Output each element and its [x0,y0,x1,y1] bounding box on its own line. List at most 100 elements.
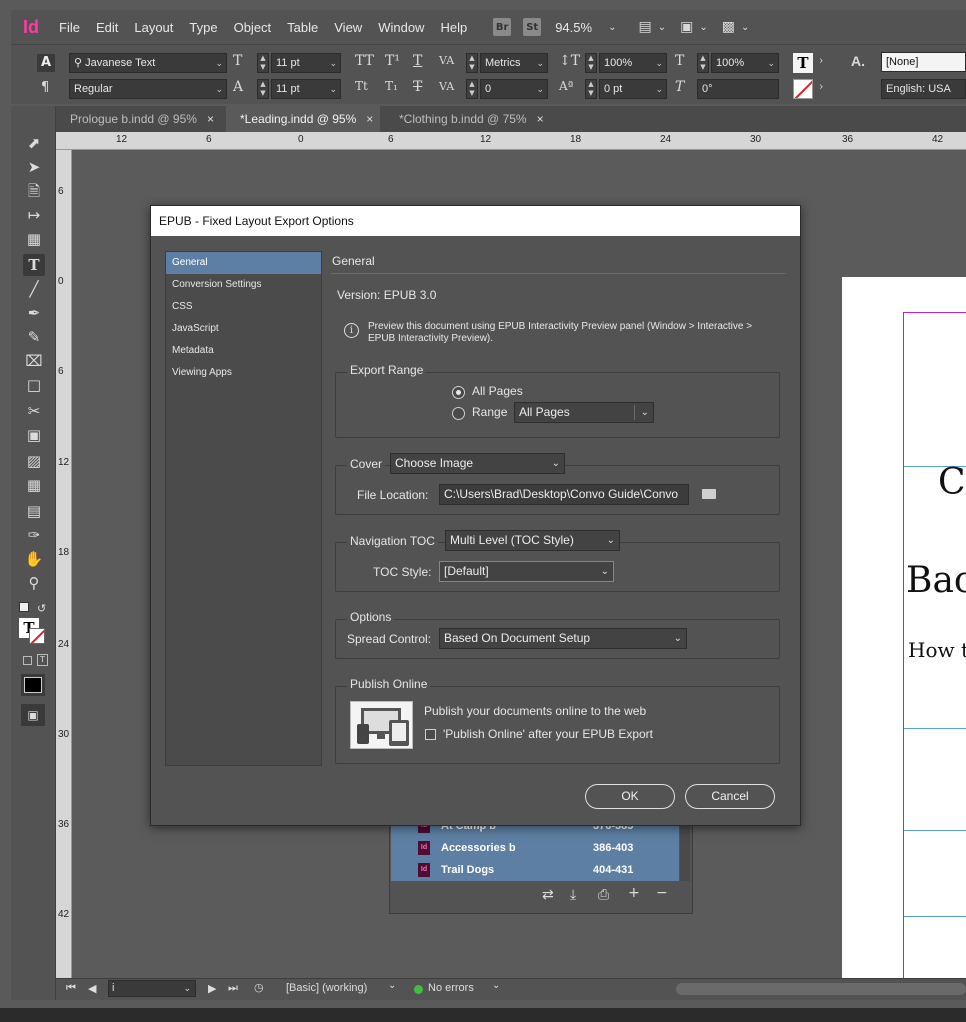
vertical-scale-stepper[interactable]: ▲ ▼ [585,53,597,73]
nav-general[interactable]: General [166,252,321,274]
publish-online-checkbox[interactable] [425,729,436,740]
selection-tool-icon[interactable]: ⬈ [23,132,45,154]
print-book-icon[interactable]: ⎙ [598,887,609,903]
screen-mode-icon[interactable]: ▣ [680,19,693,35]
menu-view[interactable]: View [326,20,370,35]
last-page-icon[interactable]: ⏭ [228,982,238,995]
language-field[interactable]: English: USA [881,79,966,99]
baseline-shift-field[interactable]: 0 pt ⌄ [599,79,667,99]
zoom-level[interactable]: 94.5% [555,20,592,35]
formatting-text-icon[interactable]: T [37,654,48,666]
close-icon[interactable]: × [537,112,544,126]
book-row[interactable]: Id Accessories b 386-403 [391,837,679,859]
type-tool-icon[interactable]: T [23,254,45,276]
save-book-icon[interactable]: ⤓ [570,887,576,903]
pen-tool-icon[interactable]: ✒ [23,302,45,324]
chevron-down-icon[interactable]: ⌄ [492,980,500,991]
kerning-field[interactable]: Metrics ⌄ [480,53,548,73]
book-row[interactable]: Id Trail Dogs 404-431 [391,859,679,881]
menu-help[interactable]: Help [432,20,475,35]
eyedropper-tool-icon[interactable]: ✑ [23,524,45,546]
bridge-icon[interactable]: Br [493,18,512,36]
close-icon[interactable]: × [207,112,214,126]
stroke-swatch-icon[interactable] [29,628,45,644]
gradient-swatch-tool-icon[interactable]: ▨ [23,450,45,472]
rectangle-tool-icon[interactable]: □ [23,374,45,396]
menu-table[interactable]: Table [279,20,326,35]
menu-type[interactable]: Type [181,20,225,35]
synchronize-icon[interactable]: ⇄ [542,887,554,903]
horizontal-scrollbar[interactable] [676,983,966,995]
spread-control-select[interactable]: Based On Document Setup ⌄ [439,628,687,649]
toc-style-select[interactable]: [Default] ⌄ [439,561,614,582]
chevron-down-icon[interactable]: ⌄ [388,980,396,991]
previous-page-icon[interactable]: ◀ [88,982,96,995]
font-family-field[interactable]: ⚲ Javanese Text ⌄ [69,53,227,73]
preflight-status[interactable]: No errors [428,982,474,994]
nav-conversion-settings[interactable]: Conversion Settings [166,274,321,296]
menu-object[interactable]: Object [226,20,280,35]
tab-leading[interactable]: *Leading.indd @ 95% × [226,106,380,132]
default-colors-icon[interactable] [19,602,29,612]
arrange-documents-icon[interactable]: ▩ [722,19,735,35]
font-style-field[interactable]: Regular ⌄ [69,79,227,99]
stock-icon[interactable]: St [523,18,542,36]
menu-file[interactable]: File [51,20,88,35]
direct-selection-tool-icon[interactable]: ➤ [23,156,45,178]
page-number-field[interactable]: i ⌄ [108,980,196,997]
menu-layout[interactable]: Layout [126,20,181,35]
view-options-icon[interactable]: ▤ [638,19,651,35]
underline-icon[interactable]: T [413,53,422,69]
working-style[interactable]: [Basic] (working) [286,982,367,994]
range-radio[interactable] [452,407,465,420]
text-stroke-none-icon[interactable] [793,79,813,99]
free-transform-tool-icon[interactable]: ▣ [23,424,45,446]
gradient-feather-tool-icon[interactable]: ▦ [23,474,45,496]
baseline-stepper[interactable]: ▲ ▼ [585,79,597,99]
book-panel-scrollbar[interactable] [680,821,690,881]
scissors-tool-icon[interactable]: ✂ [23,400,45,422]
superscript-icon[interactable]: T¹ [385,53,400,69]
font-size-stepper[interactable]: ▲ ▼ [257,53,269,73]
cover-select[interactable]: Choose Image ⌄ [390,453,565,474]
subscript-icon[interactable]: T₁ [385,79,398,93]
zoom-dropdown-icon[interactable]: ⌄ [608,22,616,33]
text-fill-icon[interactable]: T [793,53,813,73]
chevron-right-icon[interactable]: › [819,80,823,93]
range-select[interactable]: All Pages ⌄ [514,402,654,423]
preflight-icon[interactable]: ◷ [254,981,264,994]
tab-prologue[interactable]: Prologue b.indd @ 95% × [56,106,222,132]
remove-document-icon[interactable]: − [656,885,668,901]
horizontal-scale-stepper[interactable]: ▲ ▼ [697,53,709,73]
horizontal-scale-field[interactable]: 100% ⌄ [711,53,779,73]
folder-icon[interactable] [702,489,716,499]
kerning-stepper[interactable]: ▲ ▼ [466,53,478,73]
next-page-icon[interactable]: ▶ [208,982,216,995]
content-collector-icon[interactable]: ▦ [23,228,45,250]
navigation-toc-select[interactable]: Multi Level (TOC Style) ⌄ [445,530,620,551]
strikethrough-icon[interactable]: T [413,79,422,95]
formatting-container-icon[interactable] [23,656,32,665]
nav-viewing-apps[interactable]: Viewing Apps [166,362,321,384]
nav-javascript[interactable]: JavaScript [166,318,321,340]
pencil-tool-icon[interactable]: ✎ [23,326,45,348]
leading-stepper[interactable]: ▲ ▼ [257,79,269,99]
file-location-field[interactable]: C:\Users\Brad\Desktop\Convo Guide\Convo [439,484,689,505]
tracking-stepper[interactable]: ▲ ▼ [466,79,478,99]
skew-field[interactable]: 0° [697,79,779,99]
vertical-scale-field[interactable]: 100% ⌄ [599,53,667,73]
gap-tool-icon[interactable]: ↦ [23,204,45,226]
all-caps-icon[interactable]: TT [355,53,374,69]
rectangle-frame-tool-icon[interactable]: ⌧ [23,350,45,372]
chevron-down-icon[interactable]: ⌄ [658,22,666,33]
first-page-icon[interactable]: ⏮ [66,982,76,995]
character-style-field[interactable]: [None] [881,52,966,72]
line-tool-icon[interactable]: ╱ [23,278,45,300]
menu-window[interactable]: Window [370,20,432,35]
chevron-down-icon[interactable]: ⌄ [741,22,749,33]
apply-color-icon[interactable] [21,674,45,696]
zoom-tool-icon[interactable]: ⚲ [23,572,45,594]
close-icon[interactable]: × [366,112,373,126]
menu-edit[interactable]: Edit [88,20,126,35]
chevron-right-icon[interactable]: › [819,54,823,67]
